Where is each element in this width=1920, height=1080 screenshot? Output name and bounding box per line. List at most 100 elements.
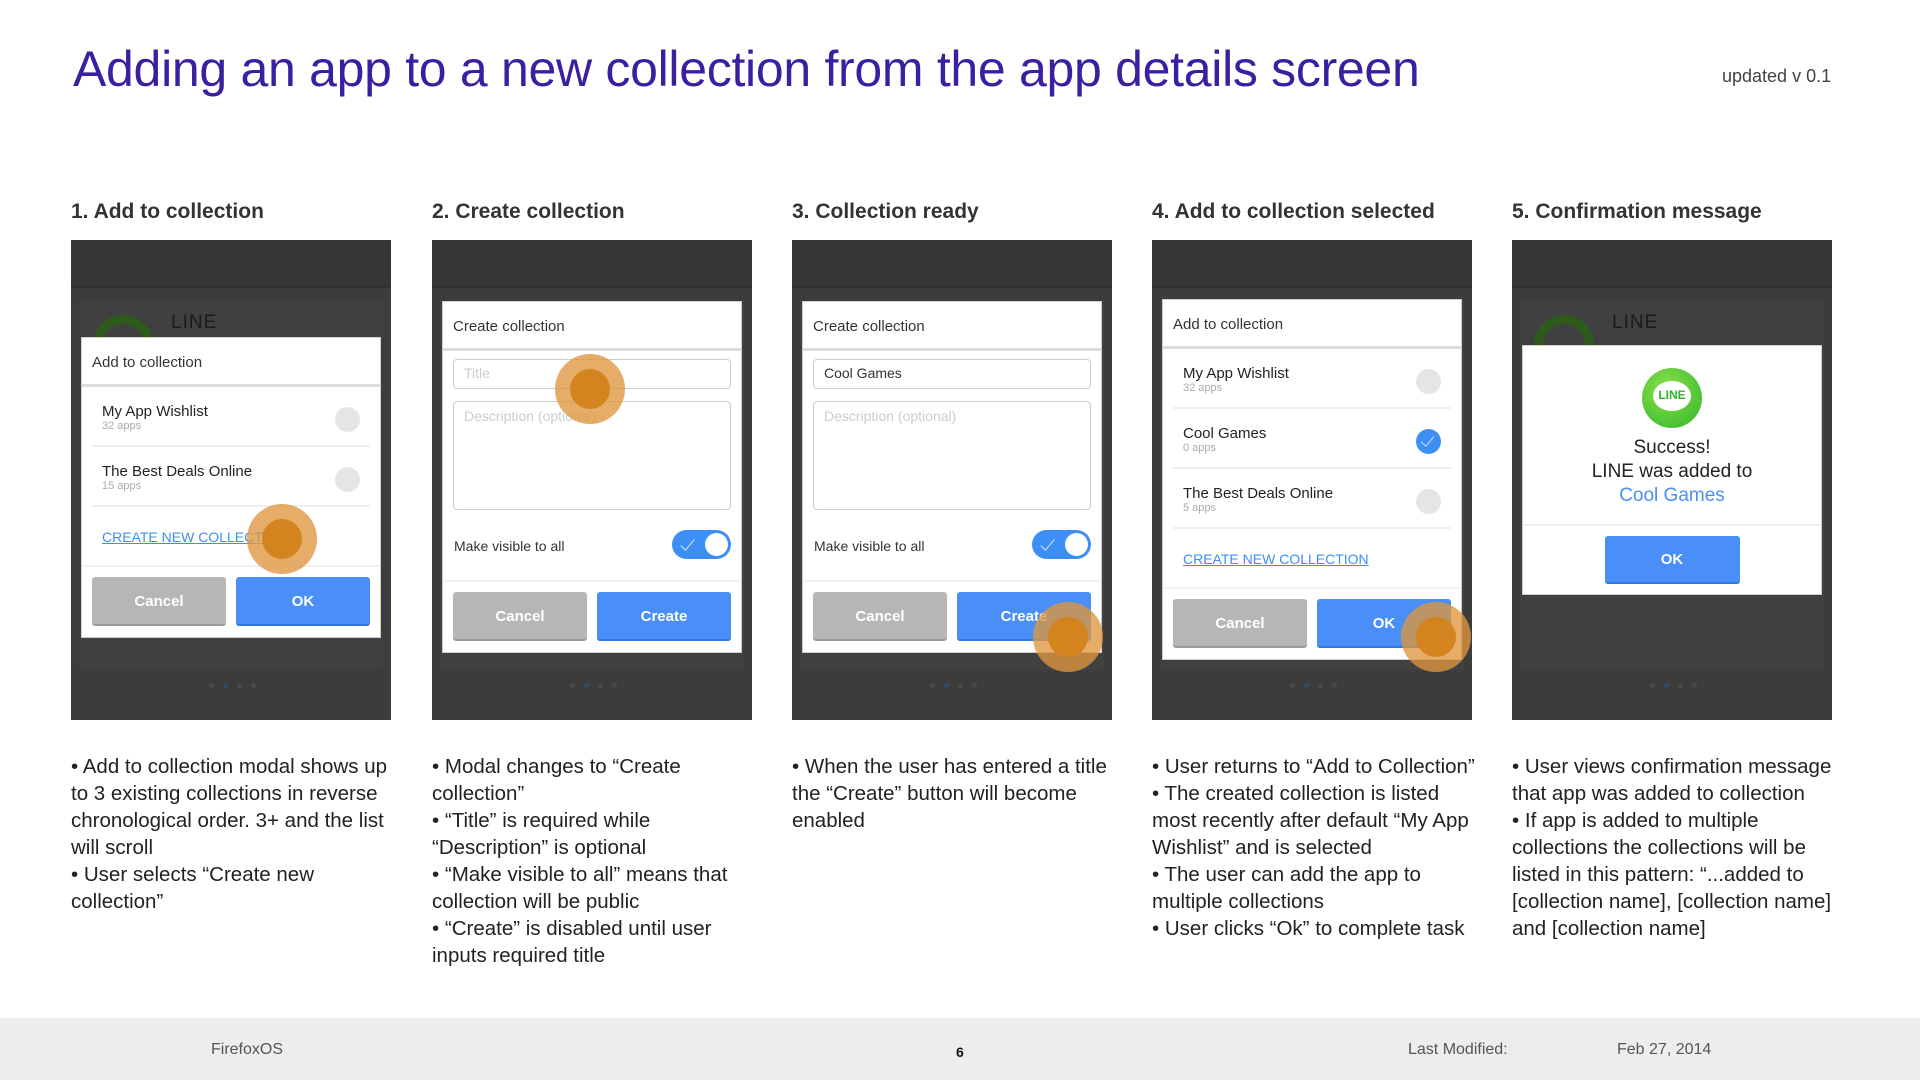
- page-dot: [209, 683, 214, 688]
- modal-dialog: Create collection Cool Games Description (…: [802, 301, 1102, 653]
- title-input[interactable]: Cool Games: [813, 359, 1091, 389]
- radio-icon[interactable]: [1416, 369, 1441, 394]
- step-heading: 1. Add to collection: [71, 200, 264, 223]
- step-heading: 4. Add to collection selected: [1152, 200, 1435, 223]
- page-dot: [237, 683, 242, 688]
- collection-count: 32 apps: [102, 420, 142, 432]
- collection-name-link[interactable]: Cool Games: [1523, 484, 1821, 508]
- page-dot: [584, 683, 589, 688]
- phone-screen: Add to collection My App Wishlist 32 apps C…: [1152, 240, 1472, 720]
- cancel-button[interactable]: Cancel: [92, 577, 226, 626]
- page-dot: [1664, 683, 1669, 688]
- step-heading: 3. Collection ready: [792, 200, 979, 223]
- collection-name: The Best Deals Online: [102, 463, 253, 480]
- phone-screen: LINE Add to collection My App Wishlist 32 a…: [71, 240, 391, 720]
- success-message: LINE was added to: [1591, 461, 1753, 482]
- description-bullet: • When the user has entered a title the …: [792, 755, 1107, 832]
- button-row: Cancel OK: [82, 567, 380, 637]
- page-dots: [570, 683, 617, 688]
- button-row: Cancel Create: [443, 582, 741, 652]
- description-bullet: • The user can add the app to multiple c…: [1152, 863, 1421, 913]
- create-new-collection-link[interactable]: CREATE NEW COLLECTION: [82, 507, 380, 567]
- last-modified-label: Last Modified:: [1408, 1041, 1508, 1058]
- modal-title: Create collection: [443, 302, 741, 351]
- page-dots: [930, 683, 977, 688]
- page-dot: [958, 683, 963, 688]
- app-name-background: LINE: [1612, 312, 1659, 333]
- page-dot: [598, 683, 603, 688]
- modal-title: Add to collection: [82, 338, 380, 387]
- visibility-row: Make visible to all: [803, 510, 1101, 582]
- radio-icon[interactable]: [335, 407, 360, 432]
- page-dot: [570, 683, 575, 688]
- collection-count: 32 apps: [1183, 382, 1223, 394]
- page-dot: [1332, 683, 1337, 688]
- modal-dialog: Add to collection My App Wishlist 32 apps C…: [1162, 299, 1462, 660]
- radio-icon[interactable]: [1416, 489, 1441, 514]
- page-dot: [930, 683, 935, 688]
- footer-brand: FirefoxOS: [211, 1041, 284, 1058]
- collection-name: Cool Games: [1183, 425, 1267, 442]
- status-bar: [1512, 240, 1832, 288]
- phone-screen: Create collection Cool Games Description (…: [792, 240, 1112, 720]
- cancel-button[interactable]: Cancel: [453, 592, 587, 641]
- description-bullet: • “Title” is required while “Description…: [432, 809, 651, 859]
- create-button[interactable]: Create: [597, 592, 731, 641]
- description-bullet: • The created collection is listed most …: [1152, 782, 1469, 859]
- divider: [1523, 524, 1821, 526]
- page-dot: [1304, 683, 1309, 688]
- version-label: updated v 0.1: [1722, 66, 1832, 86]
- ok-button[interactable]: OK: [1604, 536, 1740, 584]
- collection-count: 15 apps: [102, 480, 142, 492]
- radio-icon[interactable]: [335, 467, 360, 492]
- page-dot: [612, 683, 617, 688]
- toggle-label: Make visible to all: [454, 538, 565, 554]
- touch-indicator: [1401, 602, 1471, 672]
- step-heading: 2. Create collection: [432, 200, 625, 223]
- last-modified-date: Feb 27, 2014: [1617, 1041, 1712, 1058]
- phone-screen: Create collection Title Description (optio…: [432, 240, 752, 720]
- create-new-collection-link[interactable]: CREATE NEW COLLECTION: [1163, 529, 1461, 589]
- cancel-button[interactable]: Cancel: [1173, 599, 1307, 648]
- page-dots: [1650, 683, 1697, 688]
- step-description: • When the user has entered a title the …: [792, 753, 1127, 834]
- description-bullet: • “Make visible to all” means that colle…: [432, 863, 728, 913]
- visibility-toggle[interactable]: [672, 530, 731, 559]
- page-dot: [1692, 683, 1697, 688]
- radio-checked-icon[interactable]: [1416, 429, 1441, 454]
- page-dot: [1290, 683, 1295, 688]
- collection-name: My App Wishlist: [1183, 365, 1289, 382]
- step-column: 5. Confirmation message LINE LINE Success! L…: [1512, 200, 1842, 940]
- visibility-toggle[interactable]: [1032, 530, 1091, 559]
- modal-title: Add to collection: [1163, 300, 1461, 349]
- collection-name: The Best Deals Online: [1183, 485, 1334, 502]
- page-dots: [1290, 683, 1337, 688]
- step-description: • Add to collection modal shows up to 3 …: [71, 753, 406, 915]
- collection-row[interactable]: The Best Deals Online 15 apps: [92, 447, 370, 507]
- step-heading: 5. Confirmation message: [1512, 200, 1762, 223]
- page-dots: [209, 683, 256, 688]
- app-name-background: LINE: [171, 312, 218, 333]
- description-input[interactable]: Description (optional): [813, 401, 1091, 510]
- description-bullet: • User views confirmation message that a…: [1512, 755, 1832, 805]
- collection-row[interactable]: Cool Games 0 apps: [1173, 409, 1451, 469]
- phone-screen: LINE LINE Success! LINE was added to Cool Ga…: [1512, 240, 1832, 720]
- status-bar: [1152, 240, 1472, 288]
- collection-row[interactable]: The Best Deals Online 5 apps: [1173, 469, 1451, 529]
- visibility-row: Make visible to all: [443, 510, 741, 582]
- description-bullet: • Add to collection modal shows up to 3 …: [71, 755, 387, 859]
- description-bullet: • Modal changes to “Create collection”: [432, 755, 681, 805]
- step-column: 4. Add to collection selected Add to coll…: [1152, 200, 1482, 940]
- cancel-button[interactable]: Cancel: [813, 592, 947, 641]
- collection-count: 5 apps: [1183, 502, 1217, 514]
- success-title: Success!: [1633, 437, 1711, 458]
- collection-row[interactable]: My App Wishlist 32 apps: [92, 387, 370, 447]
- step-column: 3. Collection ready Create collection Cool…: [792, 200, 1122, 832]
- collection-row[interactable]: My App Wishlist 32 apps: [1173, 349, 1451, 409]
- touch-indicator: [555, 354, 625, 424]
- line-app-icon: LINE: [1642, 368, 1702, 428]
- step-description: • Modal changes to “Create collection” • …: [432, 753, 767, 969]
- toggle-label: Make visible to all: [814, 538, 925, 554]
- page-title: Adding an app to a new collection from t…: [73, 41, 1420, 97]
- ok-button[interactable]: OK: [236, 577, 370, 626]
